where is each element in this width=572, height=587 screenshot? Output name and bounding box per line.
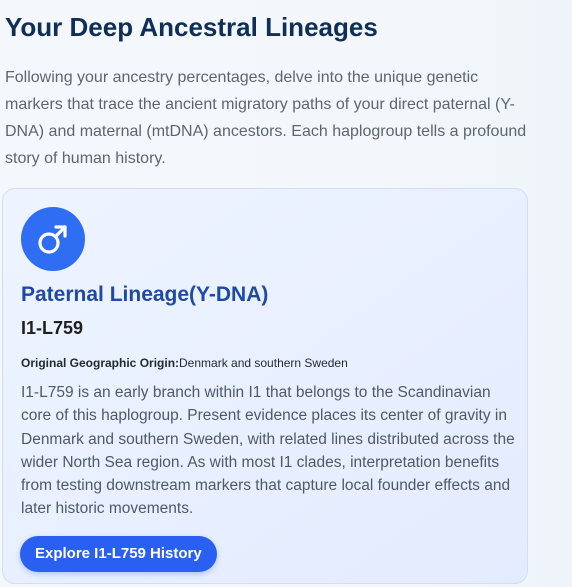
explore-history-button[interactable]: Explore I1-L759 History <box>20 536 217 572</box>
page-intro: Following your ancestry percentages, del… <box>5 69 527 167</box>
haplogroup-name: I1-L759 <box>21 318 84 338</box>
lineage-title: Paternal Lineage(Y-DNA) <box>21 283 269 306</box>
haplogroup-description: I1-L759 is an early branch within I1 tha… <box>21 384 515 518</box>
origin-label: Original Geographic Origin: <box>21 356 180 370</box>
lineages-page: Your Deep Ancestral Lineages Following y… <box>0 0 572 587</box>
paternal-lineage-card: Paternal Lineage(Y-DNA) I1-L759 Original… <box>2 188 528 584</box>
male-symbol-icon <box>21 207 85 271</box>
origin-value: Denmark and southern Sweden <box>179 356 348 370</box>
geographic-origin: Original Geographic Origin:Denmark and s… <box>21 355 348 371</box>
page-title: Your Deep Ancestral Lineages <box>5 12 378 42</box>
